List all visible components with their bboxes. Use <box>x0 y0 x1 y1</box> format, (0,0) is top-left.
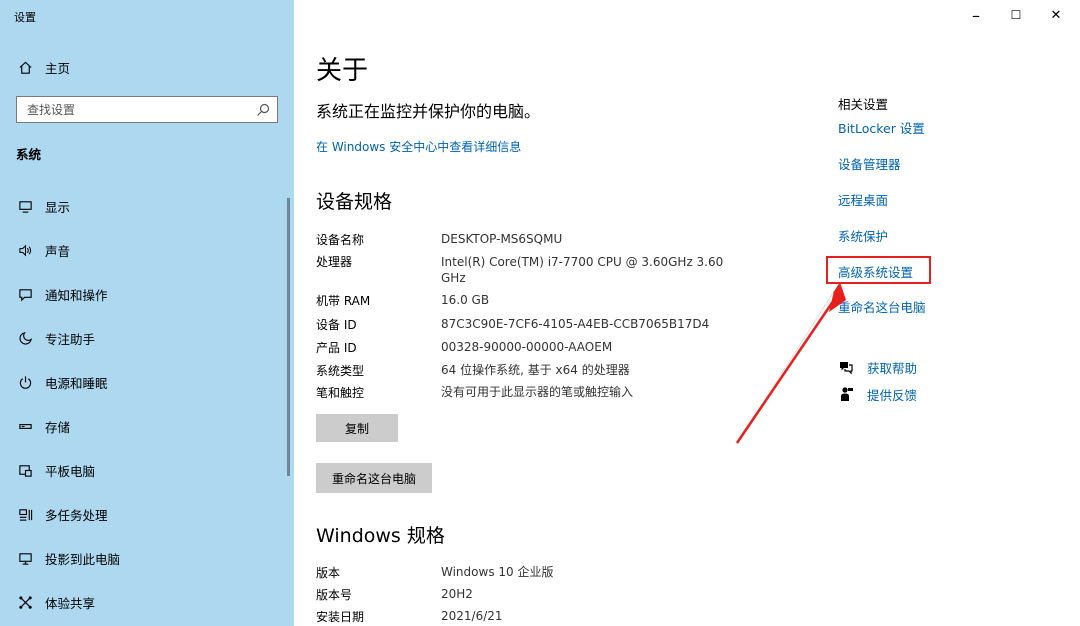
spec-key-edition: 版本 <box>316 566 341 580</box>
sidebar-item-label: 主页 <box>45 60 71 76</box>
help-chat-icon <box>838 359 854 375</box>
spec-key-product-id: 产品 ID <box>316 341 357 355</box>
sidebar-item-label: 电源和睡眠 <box>45 375 108 391</box>
sidebar-item-notifications[interactable]: 通知和操作 <box>0 279 294 309</box>
spec-value-product-id: 00328-90000-00000-AAOEM <box>441 340 613 354</box>
power-icon <box>16 373 34 391</box>
windows-specs-heading: Windows 规格 <box>316 525 445 547</box>
sidebar-item-focus-assist[interactable]: 专注助手 <box>0 323 294 353</box>
sidebar-item-storage[interactable]: 存储 <box>0 411 294 441</box>
home-icon <box>16 58 34 76</box>
remote-desktop-link[interactable]: 远程桌面 <box>838 190 888 209</box>
focus-assist-icon <box>16 329 34 347</box>
sidebar-item-label: 声音 <box>45 243 71 259</box>
sidebar: 设置 主页 系统 显示 声音 通知和操作 专注助手 <box>0 0 294 626</box>
multitasking-icon <box>16 505 34 523</box>
sidebar-item-label: 体验共享 <box>45 595 96 611</box>
sidebar-item-power[interactable]: 电源和睡眠 <box>0 367 294 397</box>
sidebar-section-system: 系统 <box>16 147 42 162</box>
spec-value-device-id: 87C3C90E-7CF6-4105-A4EB-CCB7065B17D4 <box>441 317 710 331</box>
search-input[interactable] <box>25 101 254 118</box>
sidebar-item-tablet[interactable]: 平板电脑 <box>0 455 294 485</box>
minimize-button[interactable]: – <box>956 0 996 30</box>
sidebar-item-label: 多任务处理 <box>45 507 108 523</box>
bitlocker-settings-link[interactable]: BitLocker 设置 <box>838 118 925 137</box>
spec-value-processor: Intel(R) Core(TM) i7-7700 CPU @ 3.60GHz … <box>441 255 724 285</box>
notification-icon <box>16 285 34 303</box>
device-manager-link[interactable]: 设备管理器 <box>838 154 901 173</box>
highlight-box <box>826 256 931 284</box>
spec-value-device-name: DESKTOP-MS6SQMU <box>441 232 563 246</box>
security-center-link[interactable]: 在 Windows 安全中心中查看详细信息 <box>316 138 521 155</box>
spec-value-ram: 16.0 GB <box>441 293 490 307</box>
system-protection-link[interactable]: 系统保护 <box>838 226 888 245</box>
feedback-label: 提供反馈 <box>867 387 918 403</box>
spec-key-installed-on: 安装日期 <box>316 610 365 624</box>
sidebar-item-label: 通知和操作 <box>45 287 108 303</box>
sidebar-item-label: 平板电脑 <box>45 463 96 479</box>
tablet-icon <box>16 461 34 479</box>
sidebar-item-label: 显示 <box>45 199 71 215</box>
sidebar-item-multitasking[interactable]: 多任务处理 <box>0 499 294 529</box>
device-specs-heading: 设备规格 <box>316 191 393 213</box>
sidebar-item-label: 专注助手 <box>45 331 96 347</box>
spec-key-ram: 机带 RAM <box>316 294 371 308</box>
spec-key-processor: 处理器 <box>316 255 353 269</box>
get-help-link[interactable]: 获取帮助 <box>838 357 917 377</box>
close-button[interactable]: ✕ <box>1036 0 1076 30</box>
spec-key-device-name: 设备名称 <box>316 233 365 247</box>
projecting-icon <box>16 549 34 567</box>
feedback-icon <box>838 386 854 402</box>
search-icon[interactable] <box>255 102 271 118</box>
feedback-link[interactable]: 提供反馈 <box>838 384 917 404</box>
spec-value-system-type: 64 位操作系统, 基于 x64 的处理器 <box>441 363 630 377</box>
storage-icon <box>16 417 34 435</box>
spec-value-version: 20H2 <box>441 587 473 601</box>
copy-button[interactable]: 复制 <box>316 414 398 442</box>
related-settings-title: 相关设置 <box>838 97 889 112</box>
sidebar-item-projecting[interactable]: 投影到此电脑 <box>0 543 294 573</box>
spec-value-installed-on: 2021/6/21 <box>441 609 503 623</box>
spec-value-pen-touch: 没有可用于此显示器的笔或触控输入 <box>441 385 634 399</box>
app-title: 设置 <box>14 11 36 24</box>
sidebar-item-shared-experiences[interactable]: 体验共享 <box>0 587 294 617</box>
spec-key-pen-touch: 笔和触控 <box>316 386 365 400</box>
protection-status: 系统正在监控并保护你的电脑。 <box>316 102 541 121</box>
get-help-label: 获取帮助 <box>867 360 918 376</box>
spec-key-system-type: 系统类型 <box>316 364 365 378</box>
sidebar-item-home[interactable]: 主页 <box>0 52 294 82</box>
page-title: 关于 <box>316 56 369 86</box>
sidebar-item-label: 存储 <box>45 419 71 435</box>
sidebar-item-display[interactable]: 显示 <box>0 191 294 221</box>
spec-key-version: 版本号 <box>316 588 353 602</box>
maximize-button[interactable]: ☐ <box>996 0 1036 30</box>
sidebar-scrollbar[interactable] <box>287 198 290 476</box>
spec-value-edition: Windows 10 企业版 <box>441 565 554 579</box>
sidebar-item-sound[interactable]: 声音 <box>0 235 294 265</box>
rename-pc-button[interactable]: 重命名这台电脑 <box>316 463 432 493</box>
sidebar-item-label: 投影到此电脑 <box>45 551 121 567</box>
sound-icon <box>16 241 34 259</box>
main-content: – ☐ ✕ 关于 系统正在监控并保护你的电脑。 在 Windows 安全中心中查… <box>294 0 1080 626</box>
spec-key-device-id: 设备 ID <box>316 318 357 332</box>
display-icon <box>16 197 34 215</box>
search-box[interactable] <box>16 96 278 123</box>
shared-experiences-icon <box>16 593 34 611</box>
rename-pc-link[interactable]: 重命名这台电脑 <box>838 297 926 316</box>
